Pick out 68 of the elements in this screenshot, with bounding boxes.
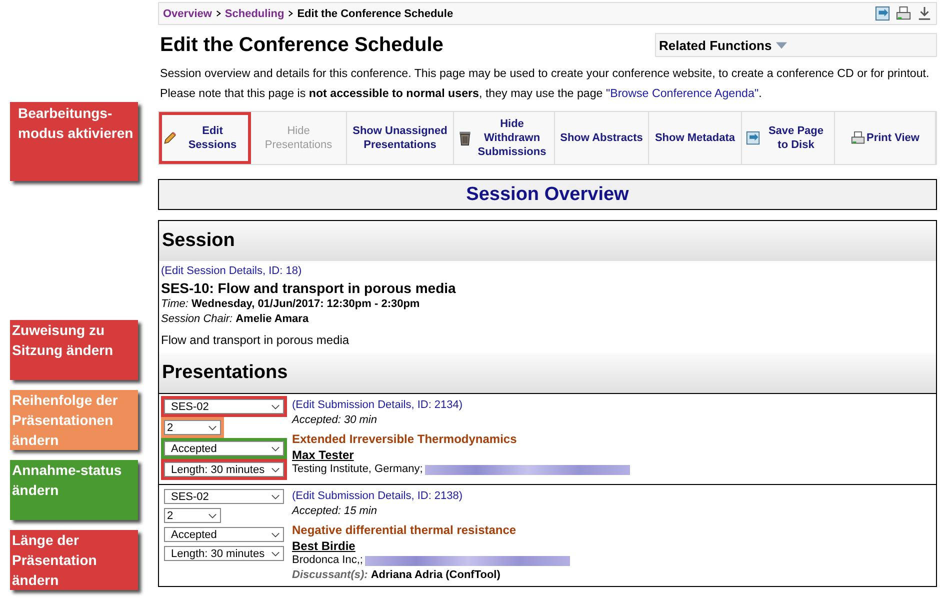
chevron-down-icon [271,466,280,472]
chevron-icon [288,10,294,17]
presentation-title: Negative differential thermal resistance [292,523,518,537]
chevron-down-icon [271,494,280,500]
edit-session-link[interactable]: (Edit Session Details, ID: 18) [161,264,934,279]
section-title: Session Overview [466,184,629,206]
related-functions-dropdown[interactable]: Related Functions [655,33,937,57]
breadcrumb-link[interactable]: Scheduling [224,8,284,20]
discussant-label: Discussant(s): [292,569,368,581]
annotation-callout: Bearbeitungs-modus aktivieren [10,102,138,181]
chevron-down-icon [208,424,217,430]
annotation-callout: Reihenfolge der Präsentationen ändern [10,390,138,450]
save-icon[interactable] [875,6,890,21]
toolbar-button[interactable]: Print View [835,112,936,164]
author-link[interactable]: Best Birdie [292,539,570,553]
chevron-down-icon [271,550,280,556]
caret-icon [776,42,787,48]
session-select[interactable]: SES-02 [164,489,284,504]
session-heading: Session [162,230,235,252]
affiliation-text: Testing Institute, Germany; [292,462,423,477]
chevron-down-icon [271,446,280,452]
toolbar-button[interactable]: Edit Sessions [159,112,251,164]
breadcrumb-current: Edit the Conference Schedule [297,8,454,20]
printer-icon[interactable] [896,6,911,21]
description-text: Session overview and details for this conference. This page may be used to create your conference website, to create a conference CD or for printout. [160,66,930,82]
printer-icon [850,130,864,146]
annotation-callout: Annahme-status ändern [10,460,138,520]
toolbar-button[interactable]: Save Page to Disk [742,112,835,164]
save-icon [746,130,760,146]
acceptance-text: Accepted: 15 min [292,504,378,519]
chevron-down-icon [271,532,280,538]
toolbar-button[interactable]: Show Unassigned Presentations [347,112,454,164]
chevron-icon [216,10,221,17]
status-select[interactable]: Accepted [164,441,284,456]
annotation-callout: Länge der Präsentation ändern [10,530,138,590]
time-label: Time: [161,298,188,310]
presentation-title: Extended Irreversible Thermodynamics [292,432,518,446]
toolbar-button[interactable]: Show Metadata [649,112,742,164]
order-select[interactable]: 2 [164,508,221,523]
length-select[interactable]: Length: 30 minutes [164,462,284,477]
session-time: Wednesday, 01/Jun/2017: 12:30pm - 2:30pm [191,298,420,310]
discussant-name: Adriana Adria (ConfTool) [370,569,500,581]
session-description: Flow and transport in porous media [161,333,350,347]
status-select[interactable]: Accepted [164,527,284,542]
author-link[interactable]: Max Tester [292,448,630,462]
session-title: SES-10: Flow and transport in porous media [161,279,457,297]
chair-label: Session Chair: [161,313,233,325]
edit-submission-link[interactable]: (Edit Submission Details, ID: 2138) [292,489,570,504]
chevron-down-icon [208,512,217,518]
breadcrumb-link[interactable]: Overview [163,8,212,20]
toolbar-button[interactable]: Show Abstracts [555,112,649,164]
download-icon[interactable] [917,6,932,21]
pencil-icon [163,130,177,146]
order-select[interactable]: 2 [164,420,221,435]
affiliation-text: Brodonca Inc,; [292,553,363,568]
trash-can-icon [458,130,472,146]
session-select[interactable]: SES-02 [164,399,284,414]
access-note: Please note that this page is not accessible to normal users, they may use the page "Browse Conference Agenda". [160,86,763,102]
agenda-link[interactable]: "Browse Conference Agenda" [606,87,759,100]
length-select[interactable]: Length: 30 minutes [164,546,284,561]
chair-name: Amelie Amara [236,313,309,325]
edit-submission-link[interactable]: (Edit Submission Details, ID: 2134) [292,398,630,413]
annotation-callout: Zuweisung zu Sitzung ändern [10,320,138,380]
presentations-heading: Presentations [162,362,288,384]
toolbar-button[interactable]: Hide Withdrawn Submissions [454,112,555,164]
page-title: Edit the Conference Schedule [160,34,444,56]
chevron-down-icon [271,404,280,410]
acceptance-text: Accepted: 30 min [292,413,378,428]
